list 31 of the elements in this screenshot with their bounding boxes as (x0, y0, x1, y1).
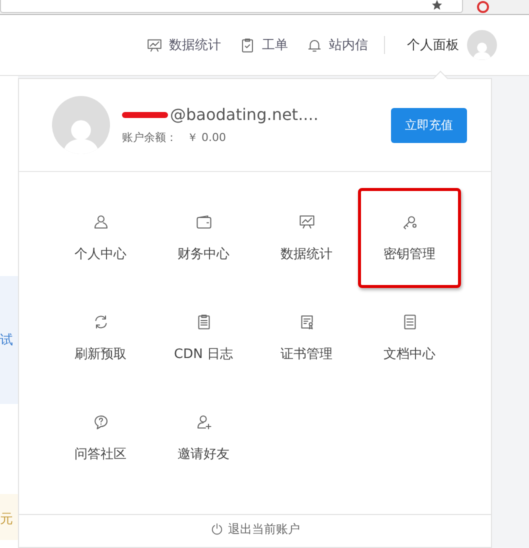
menu-item[interactable]: 文档中心 (358, 288, 461, 388)
menu-item[interactable]: 数据统计 (255, 188, 358, 288)
user-icon (92, 213, 110, 231)
wallet-icon (194, 213, 212, 231)
menu-item[interactable]: 密钥管理 (358, 188, 461, 288)
logout-link[interactable]: 退出当前账户 (210, 520, 300, 538)
star-icon[interactable] (432, 0, 442, 10)
chart-board-icon (298, 213, 316, 231)
menu-item[interactable]: 问答社区 (49, 388, 152, 488)
user-plus-icon (194, 413, 212, 431)
menu-item[interactable]: CDN 日志 (152, 288, 255, 388)
menu-item[interactable]: 证书管理 (255, 288, 358, 388)
menu-item[interactable]: 个人中心 (49, 188, 152, 288)
question-bubble-icon (92, 413, 110, 431)
nav-link[interactable]: 站内信 (329, 36, 368, 54)
account-email: @baodating.net.... (170, 105, 318, 124)
menu-item[interactable]: 刷新预取 (49, 288, 152, 388)
clipboard-check-icon (239, 36, 256, 54)
menu-item[interactable]: 财务中心 (152, 188, 255, 288)
balance-value: ￥ 0.00 (187, 130, 226, 145)
balance-label: 账户余额： (122, 130, 177, 145)
personal-panel-menu[interactable]: 个人面板 (407, 36, 459, 54)
chart-board-icon (146, 36, 163, 54)
power-icon (210, 522, 224, 536)
price-fragment: 元 (0, 494, 18, 540)
nav-link[interactable]: 工单 (262, 36, 288, 54)
nav-link[interactable]: 数据统计 (169, 36, 221, 54)
recharge-button[interactable]: 立即充值 (391, 108, 467, 142)
extension-icon[interactable] (477, 1, 489, 13)
link-fragment[interactable]: 试 (0, 276, 18, 404)
menu-item[interactable]: 邀请好友 (152, 388, 255, 488)
